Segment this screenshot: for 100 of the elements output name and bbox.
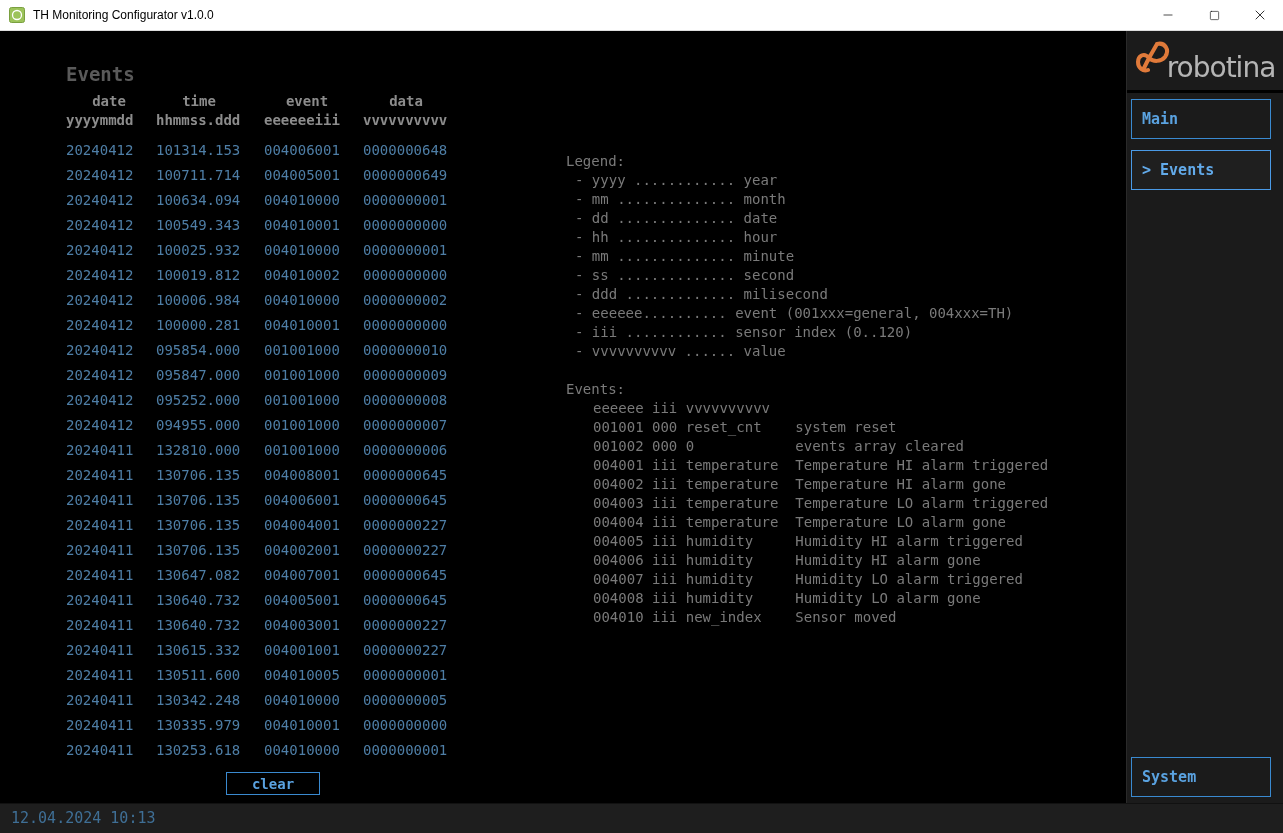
table-cell-text: 0000000645: [363, 491, 449, 510]
table-cell-text: 095854.000: [156, 341, 242, 360]
table-cell-text: 004010000: [264, 291, 341, 310]
table-cell-text: 0000000000: [363, 716, 449, 735]
table-cell-text: 0000000008: [363, 391, 449, 410]
table-cell-text: 001001000: [264, 441, 341, 460]
table-cell-text: 20240411: [66, 666, 135, 685]
table-cell-text: 100549.343: [156, 216, 242, 235]
table-cell-text: 20240411: [66, 516, 135, 535]
legend-line: - dd .............. date: [574, 209, 778, 228]
table-cell-text: 20240412: [66, 316, 135, 335]
legend-title: Legend:: [566, 152, 625, 171]
table-cell-text: 0000000227: [363, 641, 449, 660]
column-header: date: [91, 93, 127, 109]
app-icon: [9, 7, 25, 23]
table-cell-text: 20240411: [66, 441, 135, 460]
table-cell-text: 0000000000: [363, 266, 449, 285]
table-cell-text: 004010000: [264, 241, 341, 260]
nav-button[interactable]: > Events: [1131, 150, 1271, 190]
table-cell-text: 094955.000: [156, 416, 242, 435]
table-cell-text: 20240412: [66, 191, 135, 210]
table-cell-text: 004007001: [264, 566, 341, 585]
table-cell-text: 004010000: [264, 191, 341, 210]
table-cell-text: 0000000001: [363, 666, 449, 685]
section-title: Events: [66, 63, 136, 85]
legend-line: - hh .............. hour: [574, 228, 778, 247]
table-cell-text: 0000000001: [363, 191, 449, 210]
column-format: vvvvvvvvvv: [363, 112, 449, 128]
table-cell-text: 20240412: [66, 166, 135, 185]
event-code-line: 001002 000 0 events array cleared: [592, 437, 964, 456]
nav-button[interactable]: System: [1131, 757, 1271, 797]
legend-line: - mm .............. minute: [574, 247, 795, 266]
table-cell-text: 0000000001: [363, 741, 449, 760]
event-code-line: 004010 iii new_index Sensor moved: [592, 608, 897, 627]
table-cell-text: 0000000000: [363, 216, 449, 235]
table-cell-text: 100634.094: [156, 191, 242, 210]
table-cell-text: 100006.984: [156, 291, 242, 310]
legend-line: - vvvvvvvvvv ...... value: [574, 342, 786, 361]
event-code-line: 004002 iii temperature Temperature HI alarm gone: [592, 475, 1006, 494]
table-cell-text: 004010005: [264, 666, 341, 685]
table-cell-text: 004002001: [264, 541, 341, 560]
table-cell-text: 004010002: [264, 266, 341, 285]
table-cell-text: 004006001: [264, 491, 341, 510]
table-cell-text: 001001000: [264, 391, 341, 410]
table-cell-text: 0000000645: [363, 591, 449, 610]
table-cell-text: 130253.618: [156, 741, 242, 760]
table-cell-text: 0000000227: [363, 541, 449, 560]
maximize-icon: [1208, 9, 1220, 21]
table-cell-text: 130706.135: [156, 466, 242, 485]
table-cell-text: 0000000006: [363, 441, 449, 460]
table-cell-text: 100000.281: [156, 316, 242, 335]
table-cell-text: 001001000: [264, 366, 341, 385]
legend-line: - mm .............. month: [574, 190, 786, 209]
table-cell-text: 0000000227: [363, 516, 449, 535]
table-cell-text: 130647.082: [156, 566, 242, 585]
table-cell-text: 001001000: [264, 341, 341, 360]
table-cell-text: 130640.732: [156, 616, 242, 635]
legend-line: - eeeeee.......... event (001xxx=general, 004xxx=TH): [574, 304, 1014, 323]
column-header: time: [181, 93, 217, 109]
table-cell-text: 20240411: [66, 566, 135, 585]
event-code-line: 004001 iii temperature Temperature HI alarm triggered: [592, 456, 1049, 475]
column-format: eeeeeeiii: [264, 112, 341, 128]
table-cell-text: 20240412: [66, 341, 135, 360]
table-cell-text: 0000000000: [363, 316, 449, 335]
table-cell-text: 004001001: [264, 641, 341, 660]
table-cell-text: 20240411: [66, 466, 135, 485]
column-header: event: [284, 93, 330, 109]
table-cell-text: 004003001: [264, 616, 341, 635]
table-cell-text: 20240411: [66, 641, 135, 660]
table-cell-text: 20240411: [66, 491, 135, 510]
table-cell-text: 130706.135: [156, 541, 242, 560]
table-cell-text: 004010000: [264, 741, 341, 760]
window-title: TH Monitoring Configurator v1.0.0: [33, 7, 214, 24]
event-code-line: 004004 iii temperature Temperature LO alarm gone: [592, 513, 1006, 532]
table-cell-text: 095847.000: [156, 366, 242, 385]
event-code-line: 004008 iii humidity Humidity LO alarm gone: [592, 589, 981, 608]
table-cell-text: 004006001: [264, 141, 341, 160]
nav-button[interactable]: Main: [1131, 99, 1271, 139]
table-cell-text: 0000000009: [363, 366, 449, 385]
column-header: data: [388, 93, 424, 109]
table-cell-text: 20240411: [66, 691, 135, 710]
table-cell-text: 004010001: [264, 716, 341, 735]
table-cell-text: 130615.332: [156, 641, 242, 660]
table-cell-text: 20240411: [66, 741, 135, 760]
table-cell-text: 130342.248: [156, 691, 242, 710]
table-cell-text: 130335.979: [156, 716, 242, 735]
table-cell-text: 20240412: [66, 216, 135, 235]
events-title: Events:: [566, 380, 625, 399]
table-cell-text: 0000000227: [363, 616, 449, 635]
table-cell-text: 004005001: [264, 591, 341, 610]
status-datetime: 12.04.2024 10:13: [11, 808, 156, 830]
table-cell-text: 20240412: [66, 141, 135, 160]
clear-button[interactable]: clear: [226, 772, 320, 795]
table-cell-text: 004010000: [264, 691, 341, 710]
table-cell-text: 20240412: [66, 266, 135, 285]
table-cell-text: 101314.153: [156, 141, 242, 160]
table-cell-text: 004004001: [264, 516, 341, 535]
event-code-line: 004007 iii humidity Humidity LO alarm triggered: [592, 570, 1023, 589]
table-cell-text: 130640.732: [156, 591, 242, 610]
table-cell-text: 004010001: [264, 216, 341, 235]
